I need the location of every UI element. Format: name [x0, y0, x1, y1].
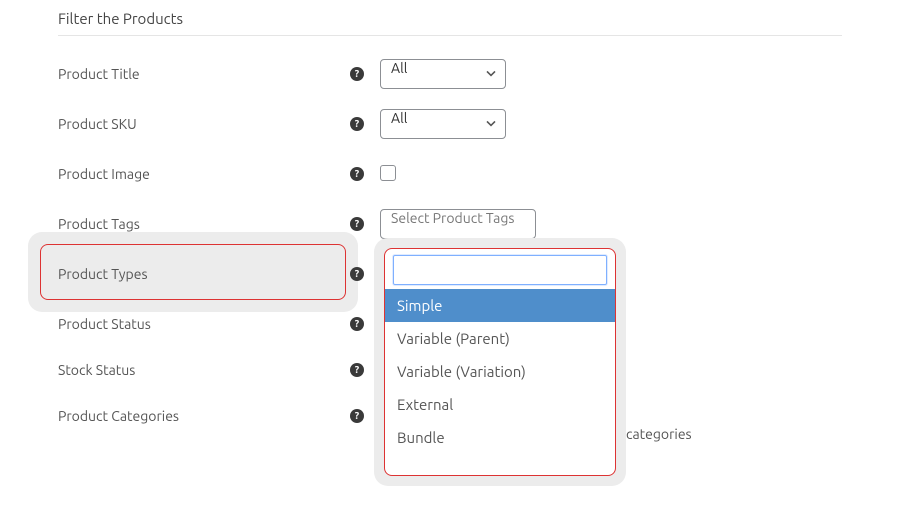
- product-types-dropdown: Simple Variable (Parent) Variable (Varia…: [385, 289, 615, 475]
- label-product-image: Product Image: [58, 166, 350, 182]
- help-icon[interactable]: ?: [350, 363, 364, 377]
- help-icon[interactable]: ?: [350, 217, 364, 231]
- label-product-types: Product Types: [58, 266, 350, 282]
- section-divider: [58, 35, 842, 36]
- product-tags-placeholder: Select Product Tags: [391, 210, 515, 226]
- help-icon[interactable]: ?: [350, 317, 364, 331]
- label-product-tags: Product Tags: [58, 216, 350, 232]
- chevron-down-icon: [485, 117, 497, 129]
- row-product-image: Product Image ?: [58, 158, 842, 190]
- row-product-title: Product Title ? All: [58, 58, 842, 90]
- help-icon[interactable]: ?: [350, 117, 364, 131]
- label-product-status: Product Status: [58, 316, 350, 332]
- chevron-down-icon: [485, 67, 497, 79]
- help-icon[interactable]: ?: [350, 167, 364, 181]
- product-image-checkbox[interactable]: [380, 165, 396, 181]
- highlight-box-dropdown: Simple Variable (Parent) Variable (Varia…: [374, 238, 626, 486]
- product-types-option-simple[interactable]: Simple: [385, 289, 615, 322]
- help-icon[interactable]: ?: [350, 267, 364, 281]
- product-types-option-external[interactable]: External: [385, 388, 615, 421]
- product-title-select-value: All: [391, 60, 407, 76]
- section-title: Filter the Products: [58, 10, 842, 27]
- row-product-sku: Product SKU ? All: [58, 108, 842, 140]
- product-types-option-variable-variation[interactable]: Variable (Variation): [385, 355, 615, 388]
- help-icon[interactable]: ?: [350, 67, 364, 81]
- product-tags-input[interactable]: Select Product Tags: [380, 209, 536, 239]
- product-sku-select-value: All: [391, 110, 407, 126]
- product-title-select[interactable]: All: [380, 59, 506, 89]
- product-types-option-variable-parent[interactable]: Variable (Parent): [385, 322, 615, 355]
- row-product-types: Product Types ? Simple Variable (Parent)…: [58, 258, 842, 290]
- label-product-sku: Product SKU: [58, 116, 350, 132]
- label-stock-status: Stock Status: [58, 362, 350, 378]
- label-product-categories: Product Categories: [58, 408, 350, 424]
- product-types-search-input[interactable]: [393, 255, 607, 285]
- product-sku-select[interactable]: All: [380, 109, 506, 139]
- help-icon[interactable]: ?: [350, 409, 364, 423]
- label-product-title: Product Title: [58, 66, 350, 82]
- product-types-option-bundle[interactable]: Bundle: [385, 421, 615, 454]
